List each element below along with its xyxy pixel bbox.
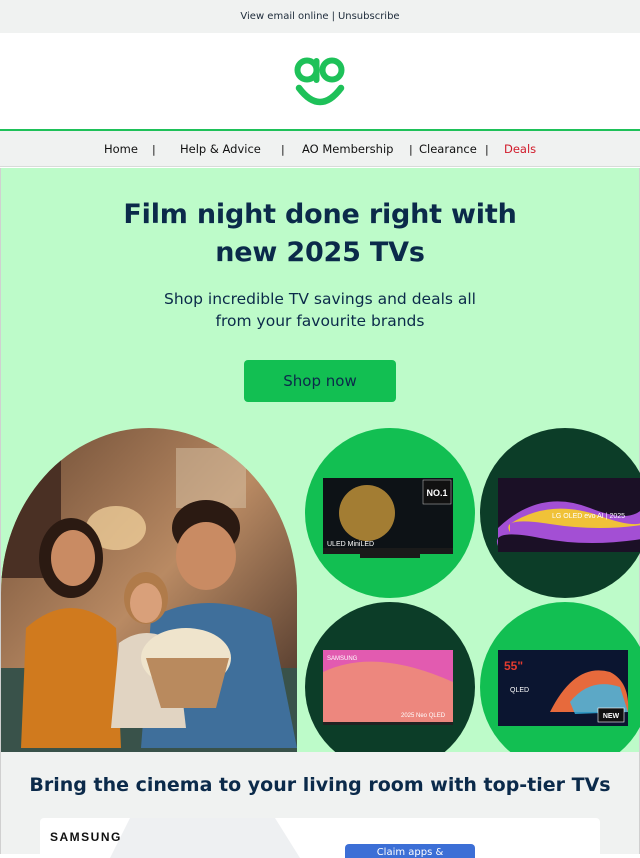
tv-lg-circle[interactable]: LG OLED evo AI | 2025 [480, 428, 640, 598]
shop-now-button[interactable]: Shop now [244, 360, 396, 402]
hero-subline-line2: from your favourite brands [215, 312, 425, 330]
hero-subline-line1: Shop incredible TV savings and deals all [164, 290, 476, 308]
samsung-brand: SAMSUNG [327, 656, 358, 662]
hisense-label: ULED MiniLED [327, 541, 374, 548]
tv-samsung-circle[interactable]: SAMSUNG 2025 Neo QLED [305, 602, 475, 772]
lg-label: LG OLED evo AI | 2025 [552, 513, 625, 520]
main-nav: Home | Help & Advice | AO Membership | C… [0, 131, 640, 167]
nav-separator: | [485, 143, 489, 156]
preheader-bar: View email online | Unsubscribe [0, 0, 640, 33]
tcl-panel: QLED [510, 687, 529, 694]
view-online-link[interactable]: View email online [240, 11, 328, 22]
family-photo[interactable] [1, 428, 297, 752]
nav-separator: | [152, 143, 156, 156]
hero-headline-line2: new 2025 TVs [215, 237, 425, 268]
samsung-logo: SAMSUNG [50, 830, 122, 844]
unsubscribe-link[interactable]: Unsubscribe [338, 11, 400, 22]
tcl-new-badge: NEW [603, 713, 620, 720]
nav-item-home[interactable]: Home [104, 142, 138, 156]
nav-item-clearance[interactable]: Clearance [419, 142, 477, 156]
tcl-size: 55" [504, 659, 523, 673]
samsung-promo-card[interactable]: SAMSUNG Claim apps & [40, 818, 600, 858]
nav-item-deals[interactable]: Deals [504, 142, 536, 156]
nav-item-help-advice[interactable]: Help & Advice [180, 142, 261, 156]
nav-separator: | [281, 143, 285, 156]
header-logo-area [0, 33, 640, 131]
hero-headline-line1: Film night done right with [123, 199, 517, 230]
claim-apps-button[interactable]: Claim apps & [345, 844, 475, 858]
hero-subline: Shop incredible TV savings and deals all… [0, 288, 640, 332]
nav-item-ao-membership[interactable]: AO Membership [302, 142, 393, 156]
nav-separator: | [409, 143, 413, 156]
ao-logo-icon[interactable] [294, 54, 346, 108]
preheader-separator: | [331, 11, 335, 22]
tv-hisense-circle[interactable]: NO.1 ULED MiniLED [305, 428, 475, 598]
samsung-label: 2025 Neo QLED [401, 713, 446, 719]
section-cinema-title: Bring the cinema to your living room wit… [29, 774, 611, 796]
hero-headline: Film night done right with new 2025 TVs [0, 196, 640, 272]
tv-tcl-circle[interactable]: 55" QLED NEW [480, 602, 640, 772]
hisense-no1-badge: NO.1 [426, 488, 447, 498]
